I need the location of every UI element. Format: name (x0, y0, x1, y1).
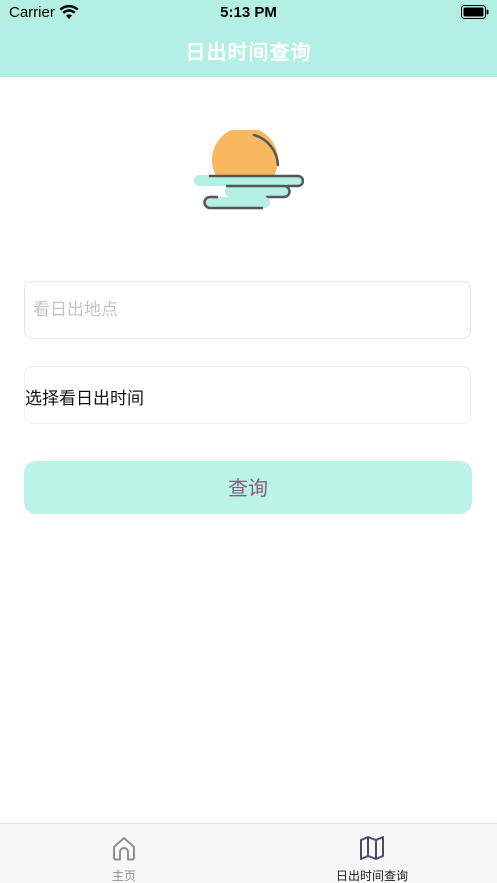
tab-bar: 主页 日出时间查询 (0, 823, 497, 883)
tab-sunrise-query[interactable]: 日出时间查询 (248, 824, 496, 883)
header-bar: Carrier 5:13 PM 日出时间查询 (0, 0, 497, 77)
tab-home[interactable]: 主页 (0, 824, 248, 883)
status-bar: Carrier 5:13 PM (0, 0, 497, 26)
time-picker-field[interactable]: 选择看日出时间 (24, 366, 471, 424)
screen: Carrier 5:13 PM 日出时间查询 选择看日出 (0, 0, 497, 883)
time-picker-label: 选择看日出时间 (25, 389, 144, 409)
home-icon (113, 837, 135, 861)
page-title: 日出时间查询 (185, 40, 312, 64)
status-time: 5:13 PM (220, 4, 277, 21)
tab-sunrise-query-label: 日出时间查询 (335, 869, 408, 883)
map-icon (360, 836, 384, 860)
location-input[interactable] (33, 282, 463, 338)
battery-icon (461, 5, 489, 19)
query-button[interactable]: 查询 (24, 461, 472, 514)
tab-home-label: 主页 (111, 869, 136, 883)
sunrise-logo-icon (192, 130, 304, 212)
location-field[interactable] (24, 281, 471, 339)
